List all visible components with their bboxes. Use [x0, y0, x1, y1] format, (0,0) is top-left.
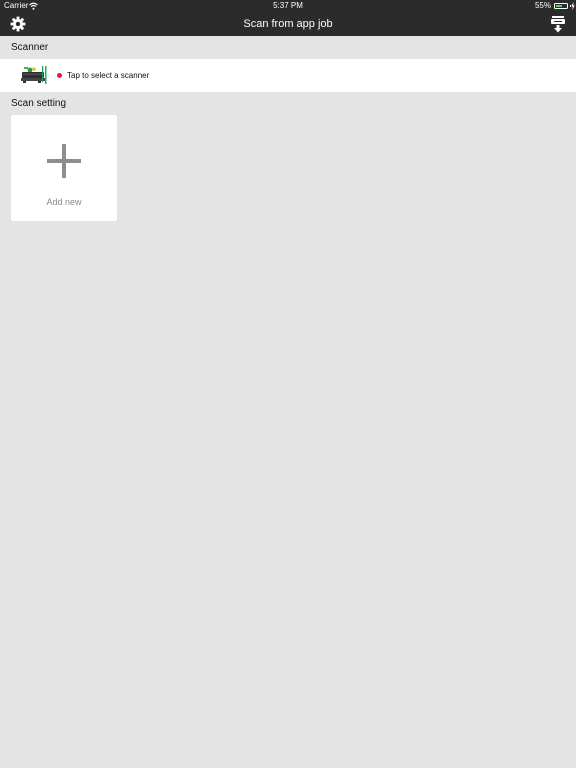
plus-icon [47, 144, 81, 178]
status-bar: Carrier 5:37 PM 55% [0, 0, 576, 12]
battery-icon [554, 3, 568, 9]
add-new-label: Add new [46, 197, 82, 207]
page-title: Scan from app job [243, 18, 333, 30]
scanner-device-icon [21, 66, 47, 84]
scanner-section-header: Scanner [11, 42, 49, 53]
battery-percent: 55% [534, 1, 551, 10]
select-scanner-label: Tap to select a scanner [67, 71, 150, 80]
scan-setting-section-header: Scan setting [11, 98, 67, 109]
nav-bar: Scan from app job [0, 12, 576, 36]
status-time: 5:37 PM [273, 1, 303, 10]
scanner-status-dot [57, 73, 62, 78]
top-bar: Carrier 5:37 PM 55% Scan from app job [0, 0, 576, 36]
select-scanner-row[interactable]: Tap to select a scanner [0, 59, 576, 92]
add-new-scan-setting-button[interactable]: Add new [11, 115, 117, 221]
charging-icon [571, 2, 575, 10]
scanner-download-icon[interactable] [550, 15, 566, 33]
